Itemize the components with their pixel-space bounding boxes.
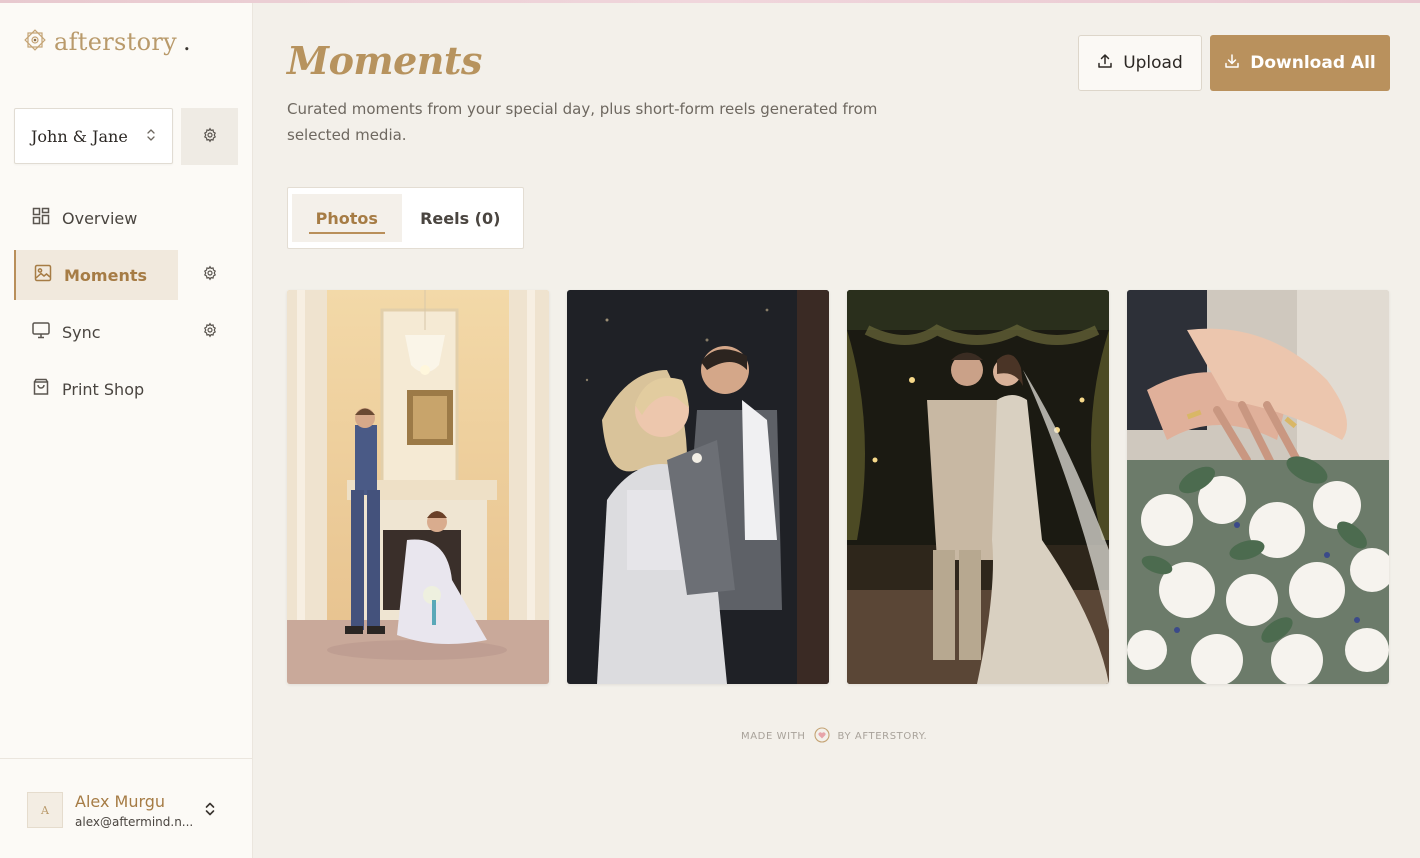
heart-badge-icon bbox=[813, 727, 830, 746]
upload-icon bbox=[1097, 53, 1113, 74]
sidebar-item-print-shop[interactable]: Print Shop bbox=[14, 364, 178, 414]
page-title: Moments bbox=[287, 38, 482, 83]
footer-credit: MADE WITH BY AFTERSTORY. bbox=[741, 727, 927, 746]
hands-rings-bouquet-photo bbox=[1127, 290, 1389, 684]
download-icon bbox=[1224, 53, 1240, 74]
sidebar-item-label: Overview bbox=[62, 208, 138, 228]
media-tabs: Photos Reels (0) bbox=[287, 187, 524, 249]
sidebar-item-label: Print Shop bbox=[62, 379, 145, 399]
sidebar-item-moments[interactable]: Moments bbox=[14, 250, 178, 300]
chevron-updown-icon bbox=[146, 127, 156, 146]
project-name: John & Jane bbox=[31, 126, 128, 146]
logo-dot: . bbox=[182, 28, 191, 56]
gear-icon bbox=[202, 322, 218, 342]
gallery-photo[interactable] bbox=[847, 290, 1109, 684]
project-selector[interactable]: John & Jane bbox=[14, 108, 173, 164]
download-all-button[interactable]: Download All bbox=[1210, 35, 1390, 91]
tab-reels[interactable]: Reels (0) bbox=[402, 194, 519, 242]
monitor-icon bbox=[32, 321, 50, 343]
gallery-photo[interactable] bbox=[567, 290, 829, 684]
gear-icon bbox=[202, 265, 218, 285]
sidebar-item-label: Moments bbox=[64, 265, 147, 285]
couple-embrace-dark-photo bbox=[567, 290, 829, 684]
photo-gallery bbox=[287, 290, 1389, 684]
user-email: alex@aftermind.n... bbox=[75, 815, 194, 829]
sidebar-nav: Overview Moments Sync Print Shop bbox=[14, 193, 238, 421]
sidebar-item-overview[interactable]: Overview bbox=[14, 193, 178, 243]
sidebar-item-label: Sync bbox=[62, 322, 101, 342]
user-name: Alex Murgu bbox=[75, 792, 166, 811]
gallery-photo[interactable] bbox=[287, 290, 549, 684]
user-menu[interactable]: A Alex Murgu alex@aftermind.n... bbox=[0, 758, 253, 858]
image-icon bbox=[34, 264, 52, 286]
couple-by-fireplace-photo bbox=[287, 290, 549, 684]
upload-button[interactable]: Upload bbox=[1078, 35, 1202, 91]
avatar: A bbox=[27, 792, 63, 828]
sidebar: afterstory. John & Jane Overview Moments bbox=[0, 3, 253, 858]
user-info: Alex Murgu alex@aftermind.n... bbox=[75, 792, 193, 858]
gear-icon bbox=[202, 127, 218, 147]
grid-icon bbox=[32, 207, 50, 229]
moments-settings-button[interactable] bbox=[200, 265, 220, 285]
project-settings-button[interactable] bbox=[181, 108, 238, 165]
gallery-photo[interactable] bbox=[1127, 290, 1389, 684]
logo-text: afterstory bbox=[54, 28, 177, 56]
download-all-button-label: Download All bbox=[1250, 53, 1376, 73]
page-description: Curated moments from your special day, p… bbox=[287, 100, 878, 144]
sync-settings-button[interactable] bbox=[200, 322, 220, 342]
shopping-bag-icon bbox=[32, 378, 50, 400]
upload-button-label: Upload bbox=[1123, 53, 1183, 73]
chevron-updown-icon bbox=[204, 801, 216, 821]
logo-mark-icon bbox=[22, 27, 48, 57]
couple-kiss-string-lights-photo bbox=[847, 290, 1109, 684]
footer-by: BY AFTERSTORY. bbox=[837, 731, 928, 742]
logo[interactable]: afterstory. bbox=[22, 27, 191, 57]
sidebar-item-sync[interactable]: Sync bbox=[14, 307, 178, 357]
footer-made-with: MADE WITH bbox=[741, 731, 806, 742]
tab-photos[interactable]: Photos bbox=[292, 194, 402, 242]
